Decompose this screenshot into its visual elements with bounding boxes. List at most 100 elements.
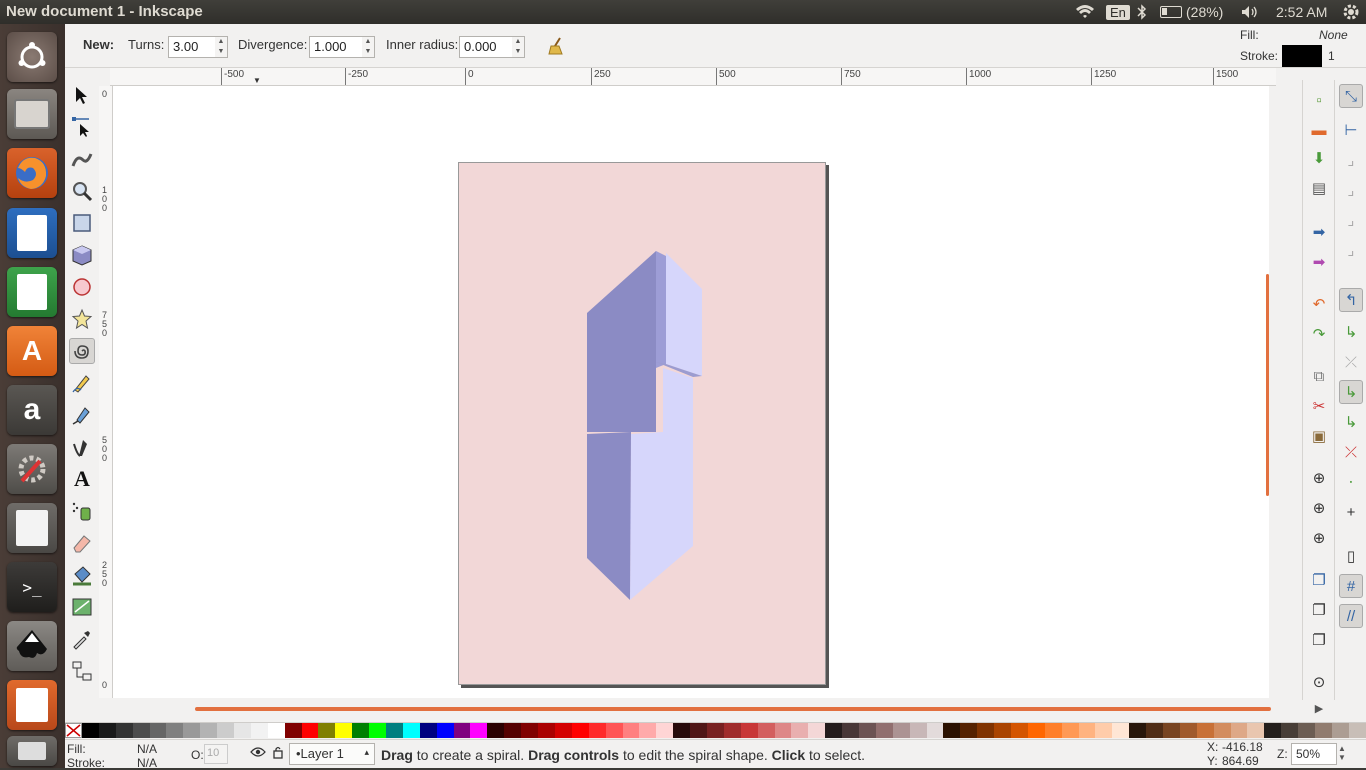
turns-stepper[interactable]: ▲ ▼ (215, 36, 228, 58)
bluetooth-icon[interactable] (1137, 0, 1147, 24)
horizontal-scrollbar[interactable] (195, 707, 1271, 711)
palette-swatch[interactable] (98, 723, 116, 738)
palette-swatch[interactable] (842, 723, 859, 738)
reset-defaults-broom-icon[interactable] (546, 36, 566, 59)
palette-swatch[interactable] (1146, 723, 1163, 738)
palette-swatch[interactable] (1230, 723, 1248, 738)
snap-bbox-centers-icon[interactable]: ⌟ (1339, 238, 1363, 262)
import-icon[interactable]: ➡ (1307, 220, 1331, 244)
divergence-stepper[interactable]: ▲ ▼ (362, 36, 375, 58)
palette-swatch[interactable] (234, 723, 251, 738)
palette-swatch[interactable] (1078, 723, 1096, 738)
palette-swatch[interactable] (1044, 723, 1062, 738)
launcher-dash-button[interactable] (7, 32, 57, 82)
connector-tool-button[interactable] (69, 658, 95, 684)
palette-swatch[interactable] (1179, 723, 1197, 738)
launcher-printer-button[interactable] (7, 736, 57, 766)
palette-swatch[interactable] (183, 723, 201, 738)
selector-tool-button[interactable] (69, 82, 95, 108)
wifi-icon[interactable] (1075, 0, 1095, 24)
launcher-inkscape-button[interactable] (7, 621, 57, 671)
status-fill-value[interactable]: N/A (137, 742, 157, 756)
palette-swatch[interactable] (909, 723, 927, 738)
palette-swatch[interactable] (690, 723, 707, 738)
palette-swatch[interactable] (538, 723, 555, 738)
open-document-icon[interactable]: ▬ (1307, 118, 1331, 142)
vertical-ruler[interactable]: 0 1 0 0 7 5 0 5 0 0 2 5 0 0 (99, 86, 113, 698)
snap-page-border-icon[interactable]: ▯ (1339, 544, 1363, 568)
palette-swatch[interactable] (453, 723, 471, 738)
dropper-tool-button[interactable] (69, 626, 95, 652)
zoom-page-icon[interactable]: ⊕ (1307, 526, 1331, 550)
snap-nodes-icon[interactable]: ↰ (1339, 288, 1363, 312)
snap-intersections-icon[interactable]: ⤫ (1339, 350, 1363, 374)
print-document-icon[interactable]: ▤ (1307, 176, 1331, 200)
fill-stroke-indicator[interactable]: Fill: None Stroke: 1 (1236, 27, 1356, 67)
palette-swatch[interactable] (402, 723, 420, 738)
paste-clipboard-icon[interactable]: ▣ (1307, 424, 1331, 448)
snap-smooth-nodes-icon[interactable]: ↳ (1339, 410, 1363, 434)
battery-indicator[interactable]: (28%) (1160, 0, 1223, 24)
no-paint-swatch[interactable] (65, 723, 82, 738)
palette-swatch[interactable] (723, 723, 741, 738)
palette-swatch[interactable] (1315, 723, 1332, 738)
toggle-lock-icon[interactable] (272, 745, 284, 762)
palette-swatch[interactable] (82, 723, 99, 738)
palette-swatch[interactable] (571, 723, 589, 738)
palette-swatch[interactable] (267, 723, 285, 738)
zoom-selection-icon[interactable]: ⊕ (1307, 466, 1331, 490)
palette-swatch[interactable] (825, 723, 843, 738)
node-tool-button[interactable] (69, 114, 95, 140)
palette-swatch[interactable] (436, 723, 454, 738)
palette-swatch[interactable] (1247, 723, 1265, 738)
spray-tool-button[interactable] (69, 498, 95, 524)
palette-swatch[interactable] (521, 723, 539, 738)
ellipse-tool-button[interactable] (69, 274, 95, 300)
launcher-impress-button[interactable] (7, 680, 57, 730)
redo-icon[interactable]: ↷ (1307, 322, 1331, 346)
vertical-scrollbar[interactable] (1266, 274, 1269, 496)
settings-gear-icon[interactable] (1342, 0, 1360, 24)
spiral-tool-button[interactable] (69, 338, 95, 364)
palette-swatch[interactable] (791, 723, 809, 738)
clock[interactable]: 2:52 AM (1276, 0, 1327, 24)
launcher-settings-button[interactable] (7, 444, 57, 494)
palette-swatch[interactable] (1281, 723, 1299, 738)
inner-radius-stepper[interactable]: ▲ ▼ (512, 36, 525, 58)
palette-swatch[interactable] (149, 723, 167, 738)
palette-swatch[interactable] (419, 723, 437, 738)
palette-swatch[interactable] (335, 723, 353, 738)
palette-swatch[interactable] (943, 723, 961, 738)
palette-swatch[interactable] (284, 723, 302, 738)
snap-paths-icon[interactable]: ↳ (1339, 320, 1363, 344)
palette-swatch[interactable] (1129, 723, 1147, 738)
inner-radius-input[interactable]: 0.000 (459, 36, 514, 58)
snap-object-centers-icon[interactable]: ⋅ (1339, 470, 1363, 494)
palette-swatch[interactable] (352, 723, 370, 738)
palette-swatch[interactable] (892, 723, 910, 738)
horizontal-ruler[interactable]: -500 -250 0 250 500 750 1000 1250 1500 ▼ (110, 68, 1276, 86)
launcher-terminal-button[interactable]: >_ (7, 562, 57, 612)
palette-swatch[interactable] (1010, 723, 1028, 738)
palette-swatch[interactable] (977, 723, 995, 738)
volume-icon[interactable] (1240, 0, 1260, 24)
launcher-files-button[interactable] (7, 89, 57, 139)
palette-swatch[interactable] (926, 723, 944, 738)
palette-swatch[interactable] (166, 723, 184, 738)
palette-swatch[interactable] (656, 723, 674, 738)
snap-guides-icon[interactable]: // (1339, 604, 1363, 628)
launcher-writer-button[interactable] (7, 208, 57, 258)
palette-swatch[interactable] (318, 723, 336, 738)
palette-swatch[interactable] (250, 723, 268, 738)
save-document-icon[interactable]: ⬇ (1307, 146, 1331, 170)
divergence-input[interactable]: 1.000 (309, 36, 364, 58)
palette-swatch[interactable] (1061, 723, 1079, 738)
turns-input[interactable]: 3.00 (168, 36, 217, 58)
palette-swatch[interactable] (605, 723, 623, 738)
palette-swatch[interactable] (386, 723, 403, 738)
palette-swatch[interactable] (217, 723, 235, 738)
snap-rotation-center-icon[interactable]: + (1339, 500, 1363, 524)
palette-swatch[interactable] (1196, 723, 1214, 738)
pen-tool-button[interactable] (69, 402, 95, 428)
palette-swatch[interactable] (200, 723, 218, 738)
